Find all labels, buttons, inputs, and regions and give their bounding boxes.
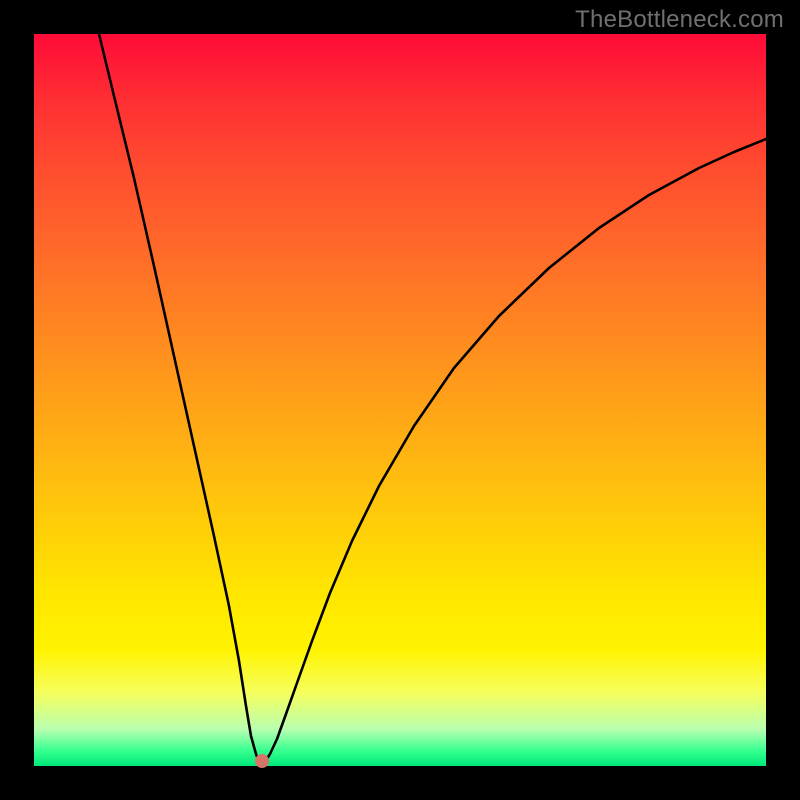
watermark-text: TheBottleneck.com	[575, 6, 784, 34]
min-marker	[255, 754, 269, 768]
plot-area	[34, 34, 766, 766]
bottleneck-curve	[34, 34, 766, 766]
